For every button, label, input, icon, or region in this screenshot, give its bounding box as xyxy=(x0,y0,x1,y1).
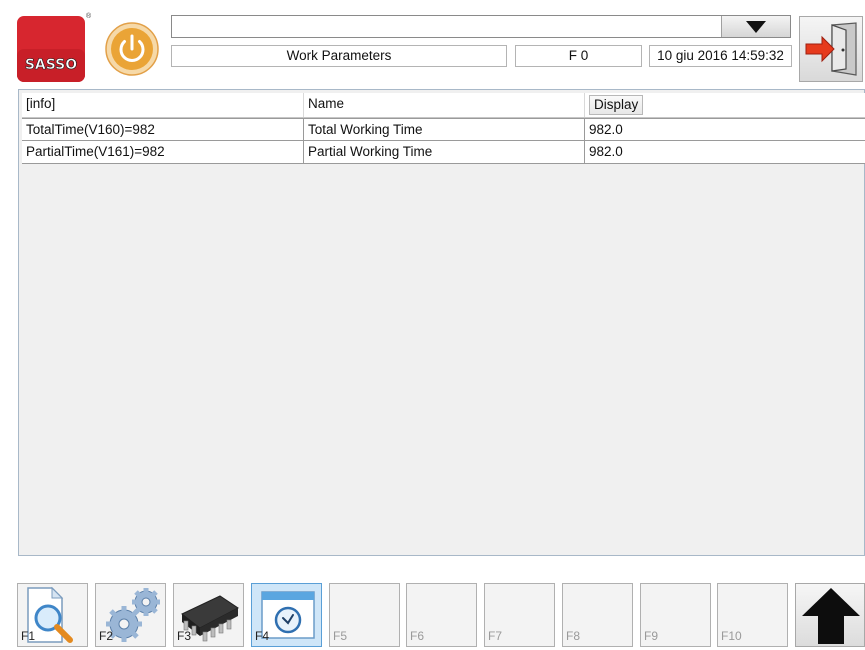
status-code: F 0 xyxy=(515,45,642,67)
column-header-info[interactable]: [info] xyxy=(22,93,304,117)
cell-name: Total Working Time xyxy=(304,119,585,140)
table-row[interactable]: PartialTime(V161)=982 Partial Working Ti… xyxy=(22,141,865,164)
exit-door-icon xyxy=(805,22,857,76)
up-button[interactable] xyxy=(795,583,865,647)
cell-name: Partial Working Time xyxy=(304,141,585,163)
cell-display: 982.0 xyxy=(589,122,623,137)
cell-info: PartialTime(V161)=982 xyxy=(22,141,304,163)
up-arrow-icon xyxy=(802,588,860,644)
f10-label: F10 xyxy=(721,629,742,643)
f3-label: F3 xyxy=(177,629,192,643)
f2-label: F2 xyxy=(99,629,114,643)
datetime-display: 10 giu 2016 14:59:32 xyxy=(649,45,792,67)
triangle-down-icon xyxy=(746,21,766,33)
parameters-table: [info] Name Display TotalTime(V160)=982 … xyxy=(18,89,865,556)
column-header-display: Display xyxy=(585,93,865,117)
f6-button[interactable]: F6 xyxy=(406,583,477,647)
cell-display: 982.0 xyxy=(589,144,623,159)
power-button[interactable] xyxy=(105,22,159,76)
page-title: Work Parameters xyxy=(171,45,507,67)
logo-text: SASSO xyxy=(25,57,77,73)
f3-button[interactable]: F3 xyxy=(173,583,244,647)
table-header: [info] Name Display xyxy=(22,93,865,118)
f4-label: F4 xyxy=(255,629,270,643)
f8-label: F8 xyxy=(566,629,581,643)
display-column-button[interactable]: Display xyxy=(589,95,644,115)
table-row[interactable]: TotalTime(V160)=982 Total Working Time 9… xyxy=(22,118,865,141)
cell-info: TotalTime(V160)=982 xyxy=(22,119,304,140)
f10-button[interactable]: F10 xyxy=(717,583,788,647)
f8-button[interactable]: F8 xyxy=(562,583,633,647)
f1-button[interactable]: F1 xyxy=(17,583,88,647)
f4-button[interactable]: F4 xyxy=(251,583,322,647)
f9-button[interactable]: F9 xyxy=(640,583,711,647)
f9-label: F9 xyxy=(644,629,659,643)
f5-button[interactable]: F5 xyxy=(329,583,400,647)
dropdown-button[interactable] xyxy=(721,16,790,37)
power-icon xyxy=(105,22,159,76)
f1-label: F1 xyxy=(21,629,36,643)
column-header-name[interactable]: Name xyxy=(304,93,585,117)
f6-label: F6 xyxy=(410,629,425,643)
sasso-logo: SASSO xyxy=(17,16,85,82)
registered-mark: ® xyxy=(86,13,92,20)
f7-label: F7 xyxy=(488,629,503,643)
f5-label: F5 xyxy=(333,629,348,643)
f2-button[interactable]: F2 xyxy=(95,583,166,647)
f7-button[interactable]: F7 xyxy=(484,583,555,647)
parameter-dropdown[interactable] xyxy=(171,15,791,38)
exit-button[interactable] xyxy=(799,16,863,82)
